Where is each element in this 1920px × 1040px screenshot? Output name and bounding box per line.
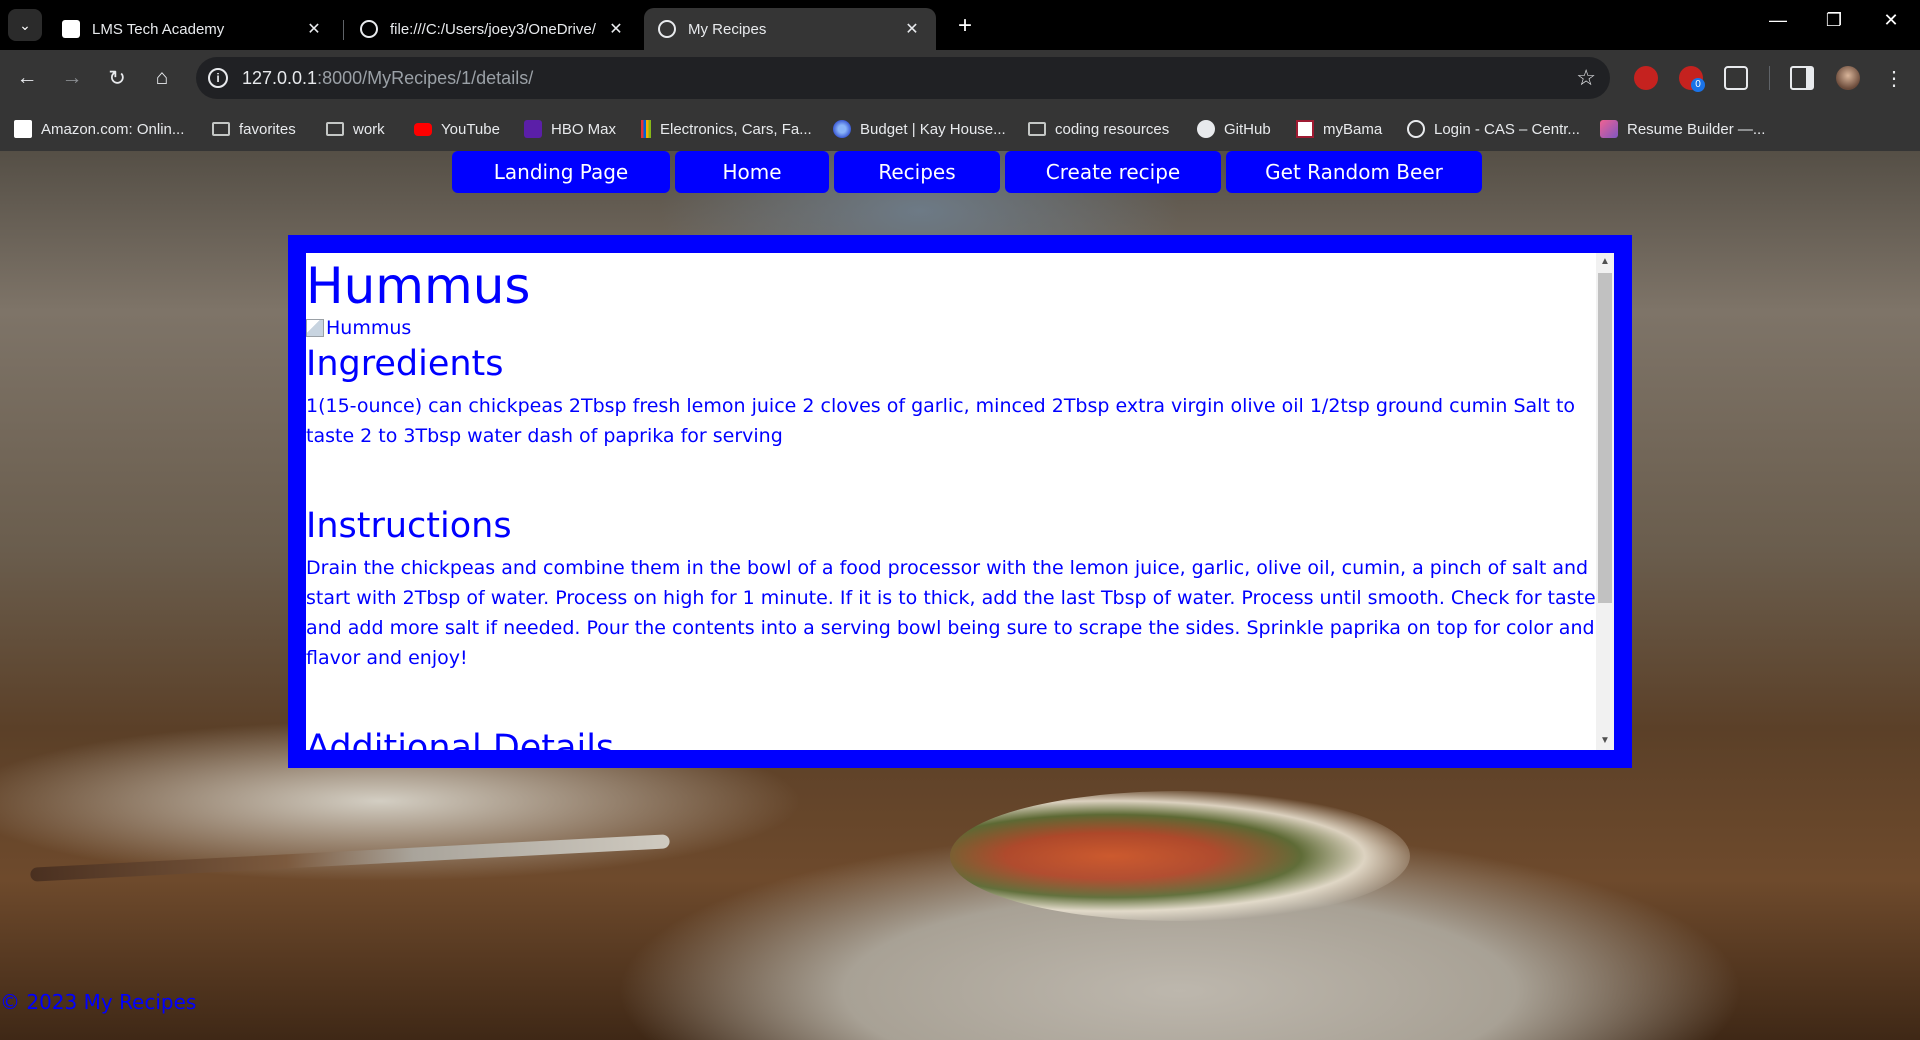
bookmark-hbomax[interactable]: HBO Max [524,118,616,140]
close-icon[interactable]: ✕ [902,19,922,39]
tab-search-button[interactable]: ⌄ [8,9,42,41]
bookmark-resume-builder[interactable]: Resume Builder —... [1600,118,1765,140]
home-icon[interactable]: ⌂ [146,62,178,94]
extension-badge: 0 [1691,78,1705,92]
nav-recipes[interactable]: Recipes [834,151,1000,193]
extensions-puzzle-icon[interactable] [1724,66,1748,90]
page-footer: © 2023 My Recipes [0,990,197,1014]
restore-icon[interactable]: ❐ [1814,10,1854,31]
recipe-card: Hummus Hummus Ingredients 1(15-ounce) ca… [288,235,1632,768]
forward-icon[interactable]: → [56,62,88,94]
recipe-content: Hummus Hummus Ingredients 1(15-ounce) ca… [306,253,1596,750]
instructions-text: Drain the chickpeas and combine them in … [306,557,1596,669]
tab-file[interactable]: file:///C:/Users/joey3/OneDrive/ ✕ [346,8,640,50]
side-panel-icon[interactable] [1790,66,1814,90]
scrollbar[interactable]: ▲ ▼ [1596,253,1614,750]
back-icon[interactable]: ← [11,62,43,94]
bookmark-budget[interactable]: Budget | Kay House... [833,118,1006,140]
ingredients-heading: Ingredients [306,344,504,384]
hbomax-icon [524,120,542,138]
extension-badge-icon[interactable]: 0 [1679,66,1705,92]
globe-icon [658,20,676,38]
minimize-icon[interactable]: — [1758,10,1798,31]
budget-icon [833,120,851,138]
folder-icon [326,122,344,136]
close-window-icon[interactable]: ✕ [1871,10,1911,31]
chevron-down-icon: ⌄ [19,16,31,33]
instructions-heading: Instructions [306,506,512,546]
bookmark-amazon[interactable]: Amazon.com: Onlin... [14,118,184,140]
bookmarks-bar: Amazon.com: Onlin... favorites work YouT… [0,107,1920,151]
recipe-image-alt: Hummus [326,317,412,339]
url-text[interactable]: 127.0.0.1:8000/MyRecipes/1/details/ [242,68,533,89]
tab-lms[interactable]: LMS Tech Academy ✕ [48,8,338,50]
nav-home[interactable]: Home [675,151,829,193]
bookmark-mybama[interactable]: myBama [1296,118,1382,140]
recipe-scroll-area[interactable]: Hummus Hummus Ingredients 1(15-ounce) ca… [306,253,1614,750]
scroll-down-icon[interactable]: ▼ [1596,732,1614,750]
globe-icon [360,20,378,38]
amazon-icon [14,120,32,138]
reload-icon[interactable]: ↻ [101,62,133,94]
more-menu-icon[interactable]: ⋮ [1878,62,1910,94]
background-food-plate [950,791,1410,921]
mybama-icon [1296,120,1314,138]
tab-strip: ⌄ LMS Tech Academy ✕ file:///C:/Users/jo… [0,0,1920,50]
toolbar-divider [1769,66,1770,90]
resume-icon [1600,120,1618,138]
tab-my-recipes[interactable]: My Recipes ✕ [644,8,936,50]
site-nav: Landing Page Home Recipes Create recipe … [452,151,1482,195]
background-knife [30,834,670,882]
cas-icon [1407,120,1425,138]
scroll-up-icon[interactable]: ▲ [1596,253,1614,271]
folder-icon [212,122,230,136]
close-icon[interactable]: ✕ [304,19,324,39]
address-bar[interactable]: i 127.0.0.1:8000/MyRecipes/1/details/ ☆ [196,57,1610,99]
bookmark-work[interactable]: work [326,118,385,140]
bookmark-coding-resources[interactable]: coding resources [1028,118,1169,140]
page-viewport: Landing Page Home Recipes Create recipe … [0,151,1920,1040]
browser-toolbar: ← → ↻ ⌂ i 127.0.0.1:8000/MyRecipes/1/det… [0,50,1920,107]
nav-landing-page[interactable]: Landing Page [452,151,670,193]
ingredients-text: 1(15-ounce) can chickpeas 2Tbsp fresh le… [306,395,1576,447]
nav-create-recipe[interactable]: Create recipe [1005,151,1221,193]
bookmark-favorites[interactable]: favorites [212,118,296,140]
lms-icon [62,20,80,38]
new-tab-button[interactable]: + [950,12,980,40]
avatar[interactable] [1836,66,1860,90]
site-info-icon[interactable]: i [208,68,228,88]
bookmark-youtube[interactable]: YouTube [414,118,500,140]
recipe-title: Hummus [306,257,531,315]
youtube-icon [414,122,432,136]
ebay-icon [641,120,651,138]
github-icon [1197,120,1215,138]
recipe-image: Hummus [306,315,1596,341]
extension-red-icon[interactable] [1634,66,1658,90]
additional-details-heading: Additional Details [306,728,615,750]
folder-icon [1028,122,1046,136]
close-icon[interactable]: ✕ [606,19,626,39]
bookmark-ebay[interactable]: Electronics, Cars, Fa... [641,118,812,140]
bookmark-cas-login[interactable]: Login - CAS – Centr... [1407,118,1580,140]
nav-get-random-beer[interactable]: Get Random Beer [1226,151,1482,193]
tab-divider [343,20,344,40]
broken-image-icon [306,319,324,337]
bookmark-github[interactable]: GitHub [1197,118,1271,140]
scrollbar-thumb[interactable] [1598,273,1612,603]
bookmark-star-icon[interactable]: ☆ [1576,65,1596,91]
